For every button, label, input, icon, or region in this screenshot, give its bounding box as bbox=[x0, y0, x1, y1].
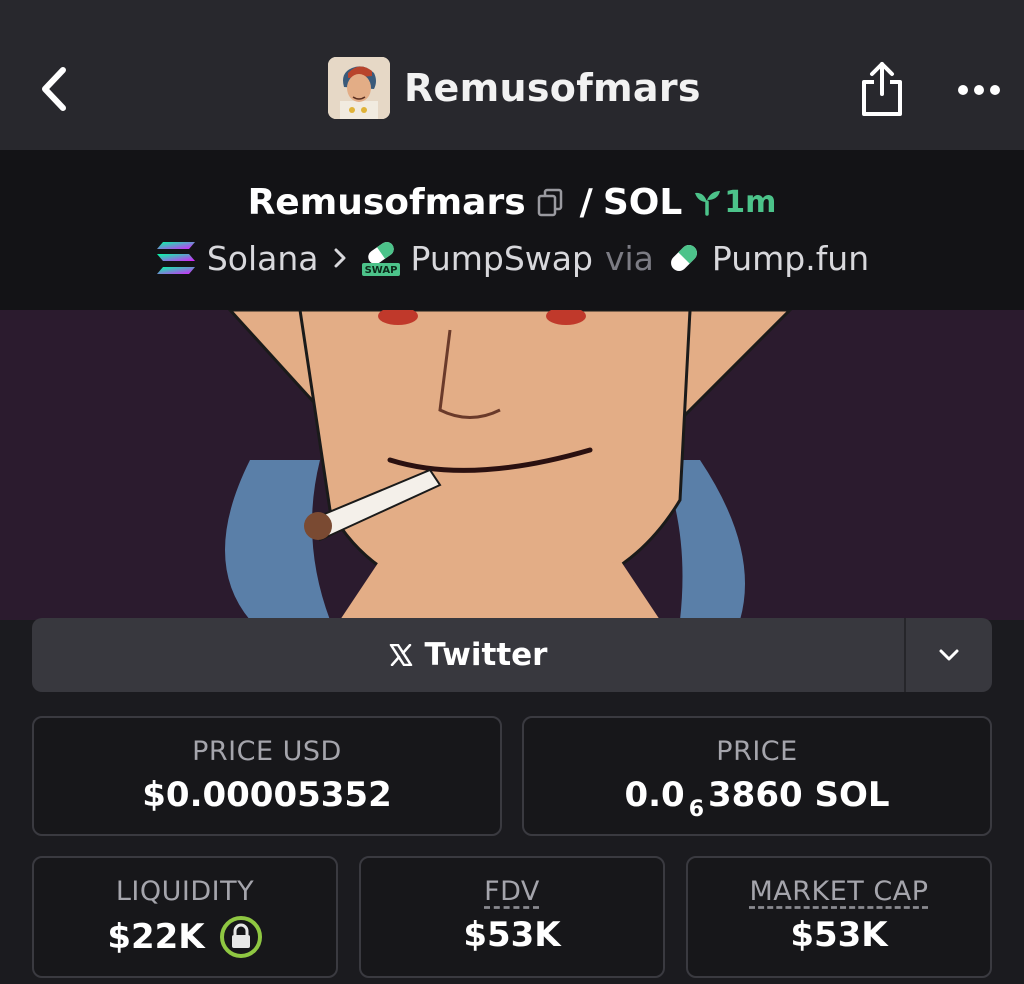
launchpad-link[interactable]: Pump.fun bbox=[666, 239, 869, 278]
pair-age-badge: 1m bbox=[692, 185, 776, 220]
pair-separator: / bbox=[579, 181, 593, 223]
twitter-label: Twitter bbox=[424, 637, 548, 673]
svg-text:SWAP: SWAP bbox=[364, 265, 397, 276]
back-button[interactable] bbox=[32, 62, 76, 116]
share-button[interactable] bbox=[856, 58, 908, 120]
pair-route: Solana SWAP PumpSwap via Pump.fun bbox=[0, 234, 1024, 282]
more-horizontal-icon bbox=[958, 85, 1000, 95]
chevron-left-icon bbox=[42, 67, 66, 111]
pair-info-bar: Remusofmars / SOL 1m Solana SWAP PumpSwa… bbox=[0, 150, 1024, 310]
pair-age-text: 1m bbox=[724, 184, 777, 220]
price-native-value: 0.0 6 3860 SOL bbox=[524, 775, 990, 822]
price-native-prefix: 0.0 bbox=[624, 775, 685, 815]
liquidity-card: LIQUIDITY $22K bbox=[32, 856, 338, 978]
social-dropdown-button[interactable] bbox=[906, 618, 992, 692]
price-native-card: PRICE 0.0 6 3860 SOL bbox=[522, 716, 992, 836]
market-cap-value: $53K bbox=[790, 915, 888, 955]
pumpswap-icon: SWAP bbox=[361, 241, 400, 276]
dex-name: PumpSwap bbox=[410, 238, 593, 278]
liquidity-lock-button[interactable] bbox=[219, 915, 263, 959]
top-nav-bar: Remusofmars bbox=[0, 0, 1024, 150]
market-cap-card: MARKET CAP $53K bbox=[686, 856, 992, 978]
twitter-link-button[interactable]: Twitter bbox=[32, 618, 904, 692]
fdv-card: FDV $53K bbox=[359, 856, 665, 978]
token-avatar bbox=[328, 57, 390, 119]
share-icon bbox=[862, 62, 902, 116]
liquidity-label: LIQUIDITY bbox=[115, 876, 255, 907]
via-label: via bbox=[604, 238, 654, 278]
dex-link[interactable]: SWAP PumpSwap bbox=[361, 239, 593, 278]
fdv-label[interactable]: FDV bbox=[361, 876, 663, 907]
price-usd-value: $0.00005352 bbox=[142, 775, 392, 815]
fdv-value: $53K bbox=[463, 915, 561, 955]
solana-icon bbox=[156, 242, 195, 274]
chain-name: Solana bbox=[206, 238, 319, 278]
chain-link[interactable]: Solana bbox=[155, 239, 319, 278]
page-title: Remusofmars bbox=[404, 66, 701, 110]
lock-icon bbox=[219, 916, 262, 958]
x-logo-icon bbox=[389, 644, 412, 666]
price-native-label: PRICE bbox=[716, 736, 798, 767]
liquidity-value-row: $22K bbox=[34, 915, 336, 959]
market-cap-label[interactable]: MARKET CAP bbox=[688, 876, 990, 907]
quote-token-name: SOL bbox=[602, 181, 683, 223]
more-options-button[interactable] bbox=[948, 70, 1010, 110]
social-links-bar: Twitter bbox=[32, 618, 992, 692]
price-usd-label: PRICE USD bbox=[192, 736, 342, 767]
chevron-down-icon bbox=[939, 649, 959, 661]
price-usd-card: PRICE USD $0.00005352 bbox=[32, 716, 502, 836]
token-header: Remusofmars bbox=[328, 56, 701, 120]
pill-icon bbox=[670, 245, 697, 271]
chevron-right-icon bbox=[334, 248, 346, 268]
copy-icon[interactable] bbox=[536, 187, 564, 217]
sprout-icon bbox=[695, 191, 721, 216]
token-banner-image bbox=[0, 310, 1024, 620]
price-native-suffix: 3860 SOL bbox=[708, 775, 890, 815]
pair-title-line: Remusofmars / SOL 1m bbox=[0, 178, 1024, 226]
launchpad-name: Pump.fun bbox=[711, 238, 870, 278]
base-token-name: Remusofmars bbox=[247, 181, 526, 223]
liquidity-value: $22K bbox=[107, 917, 205, 957]
price-native-zero-count: 6 bbox=[688, 796, 704, 822]
